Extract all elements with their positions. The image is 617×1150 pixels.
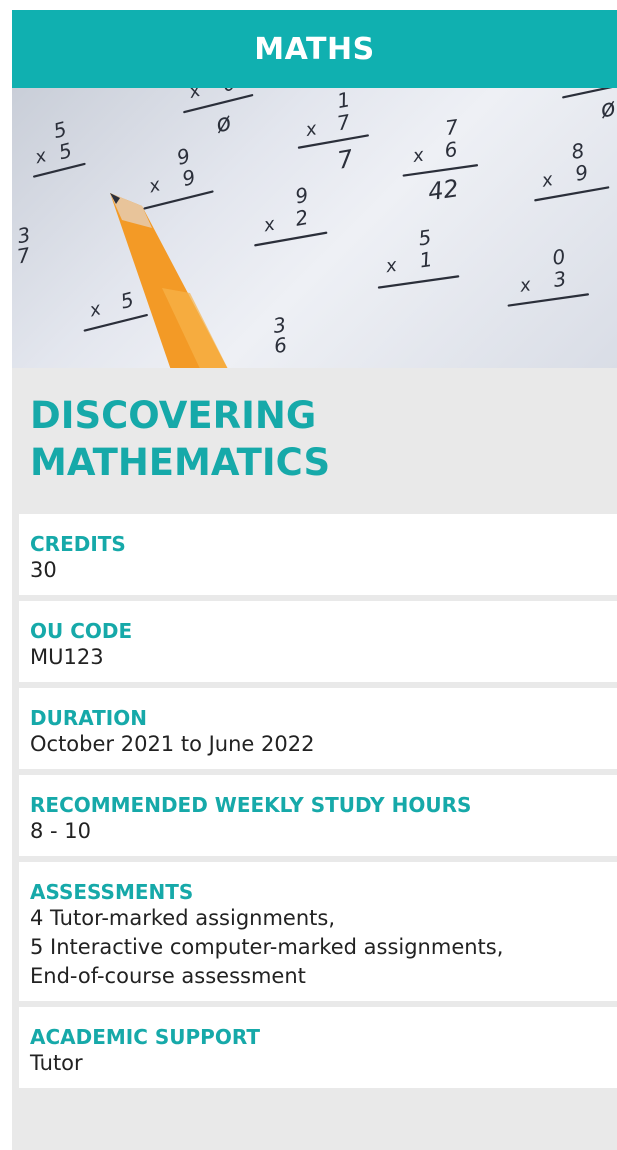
- svg-text:x: x: [186, 88, 203, 103]
- info-item-study-hours: RECOMMENDED WEEKLY STUDY HOURS 8 - 10: [19, 775, 617, 862]
- maths-worksheet-illustration: 5 x 5 9 x 9 x 0 ø 1: [15, 88, 617, 368]
- svg-text:x: x: [539, 169, 554, 192]
- subject-title: MATHS: [254, 31, 375, 67]
- svg-text:0: 0: [220, 88, 238, 97]
- info-value: MU123: [30, 645, 104, 669]
- info-value: October 2021 to June 2022: [30, 732, 315, 756]
- course-info-list: CREDITS 30 OU CODE MU123 DURATION Octobe…: [12, 514, 617, 1094]
- svg-text:x: x: [384, 255, 399, 277]
- info-label: ASSESSMENTS: [30, 880, 194, 904]
- svg-text:x: x: [146, 174, 163, 197]
- svg-text:3: 3: [552, 266, 568, 292]
- info-value: 8 - 10: [30, 819, 92, 843]
- info-item-credits: CREDITS 30: [19, 514, 617, 601]
- svg-text:x: x: [303, 118, 318, 141]
- course-title-block: DISCOVERING MATHEMATICS: [12, 368, 617, 516]
- svg-text:7: 7: [15, 243, 32, 269]
- course-card: MATHS 5 x 5 9 x 9 x 0: [12, 10, 617, 1150]
- info-label: ACADEMIC SUPPORT: [30, 1025, 260, 1049]
- info-value: 30: [30, 558, 57, 582]
- info-value: Tutor: [30, 1051, 83, 1075]
- svg-text:42: 42: [426, 174, 460, 206]
- svg-text:9: 9: [293, 183, 310, 209]
- subject-header: MATHS: [12, 10, 617, 88]
- info-label: OU CODE: [30, 619, 133, 643]
- svg-text:x: x: [411, 145, 426, 167]
- svg-text:5: 5: [118, 287, 136, 313]
- info-label: CREDITS: [30, 532, 126, 556]
- svg-text:1: 1: [418, 247, 434, 273]
- info-value: 4 Tutor-marked assignments, 5 Interactiv…: [30, 906, 504, 988]
- svg-text:9: 9: [573, 160, 590, 186]
- pencil-icon: [110, 193, 228, 368]
- info-label: DURATION: [30, 706, 147, 730]
- svg-text:x: x: [518, 274, 533, 296]
- svg-text:ø: ø: [597, 93, 617, 124]
- svg-text:7: 7: [335, 109, 352, 135]
- svg-text:ø: ø: [212, 108, 234, 139]
- svg-text:x: x: [87, 298, 104, 321]
- svg-text:x: x: [32, 145, 49, 168]
- info-item-ou-code: OU CODE MU123: [19, 601, 617, 688]
- course-title: DISCOVERING MATHEMATICS: [30, 394, 331, 484]
- svg-text:x: x: [261, 214, 276, 237]
- svg-text:6: 6: [443, 137, 459, 163]
- info-label: RECOMMENDED WEEKLY STUDY HOURS: [30, 793, 472, 817]
- svg-text:7: 7: [335, 144, 356, 174]
- svg-text:7: 7: [444, 115, 460, 141]
- info-item-academic-support: ACADEMIC SUPPORT Tutor: [19, 1007, 617, 1094]
- info-item-assessments: ASSESSMENTS 4 Tutor-marked assignments, …: [19, 862, 617, 1007]
- svg-text:5: 5: [56, 138, 74, 164]
- info-item-duration: DURATION October 2021 to June 2022: [19, 688, 617, 775]
- svg-text:2: 2: [293, 205, 310, 231]
- hero-image: 5 x 5 9 x 9 x 0 ø 1: [12, 88, 617, 368]
- svg-text:9: 9: [180, 165, 198, 191]
